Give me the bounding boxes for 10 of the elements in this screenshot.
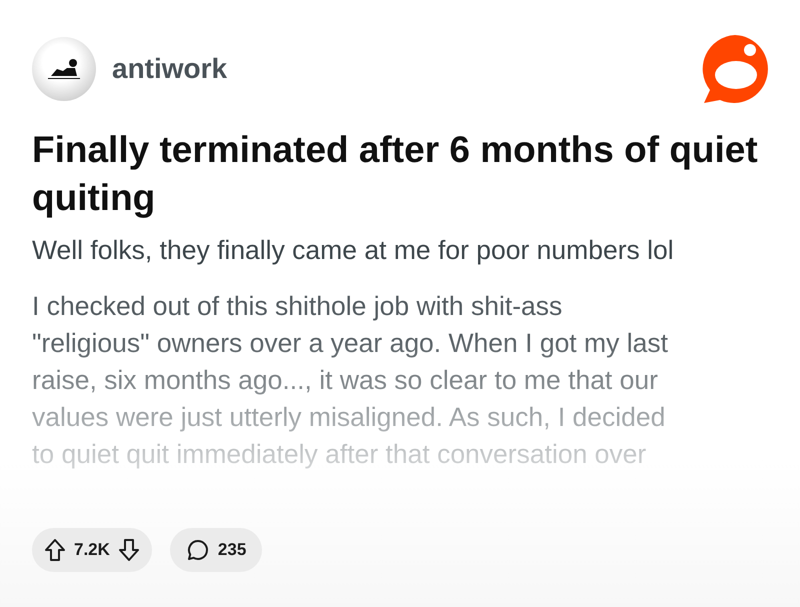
vote-count: 7.2K [74, 540, 110, 560]
downvote-icon[interactable] [118, 538, 140, 562]
post-subtitle: Well folks, they finally came at me for poor numbers lol [32, 234, 675, 267]
upvote-icon[interactable] [44, 538, 66, 562]
community-name[interactable]: antiwork [112, 53, 682, 85]
comments-button[interactable]: 235 [170, 528, 262, 572]
comment-icon [186, 538, 210, 562]
post-title: Finally terminated after 6 months of quiet quiting [32, 128, 759, 220]
post-body: I checked out of this shithole job with shit-ass "religious" owners over a year ago. When I got my last raise, six months ago..., it was so clear to me that our values were just utterly misaligned. As such, I decided to quiet quit immediately after that conversation over [32, 290, 669, 470]
reclining-figure-icon [47, 59, 81, 79]
